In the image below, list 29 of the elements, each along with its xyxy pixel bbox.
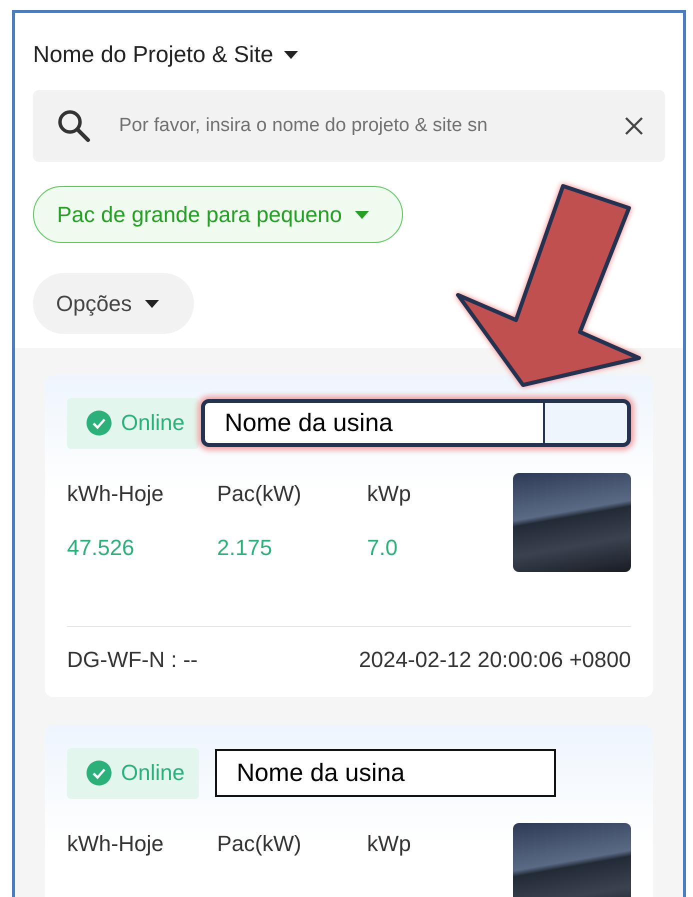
check-icon [86, 760, 112, 786]
metric-value: 2.175 [217, 535, 274, 561]
metric-label: Pac(kW) [217, 831, 302, 857]
arrow-icon [456, 184, 641, 387]
search-field[interactable]: Por favor, insira o nome do projeto & site sn [33, 90, 665, 162]
metric-value: 47.526 [67, 535, 136, 561]
metric-label: kWp [367, 481, 412, 507]
check-icon [86, 410, 112, 436]
plant-card[interactable]: Online Nome da usina kWh-Hoje Pac(kW) kWp 47.526 2.175 7.0 DG-WF-N : -- 2024-02-12 20:00:06 +0800 [45, 375, 653, 697]
caret-icon [354, 210, 370, 220]
plant-name-label: Nome da usina [214, 749, 556, 797]
metric-label: kWh-Hoje [67, 831, 165, 857]
search-input[interactable]: Por favor, insira o nome do projeto & site sn [117, 114, 599, 138]
project-site-dropdown[interactable]: Nome do Projeto & Site [33, 41, 300, 68]
device-status: DG-WF-N : -- [67, 647, 198, 673]
close-icon[interactable] [625, 117, 643, 135]
caret-icon [144, 298, 160, 308]
metric-value: 7.0 [367, 535, 399, 561]
caret-icon [283, 50, 300, 60]
status-badge: Online [67, 748, 199, 798]
plant-card[interactable]: Online Nome da usina kWh-Hoje Pac(kW) kWp [45, 725, 653, 897]
metric-label: Pac(kW) [217, 481, 302, 507]
plant-name-label: Nome da usina [200, 399, 631, 447]
options-dropdown[interactable]: Opções [33, 273, 194, 334]
metric-label: kWh-Hoje [67, 481, 165, 507]
metric-label: kWp [367, 831, 412, 857]
timestamp: 2024-02-12 20:00:06 +0800 [358, 647, 631, 673]
search-icon [57, 109, 91, 143]
status-badge: Online [67, 398, 199, 448]
